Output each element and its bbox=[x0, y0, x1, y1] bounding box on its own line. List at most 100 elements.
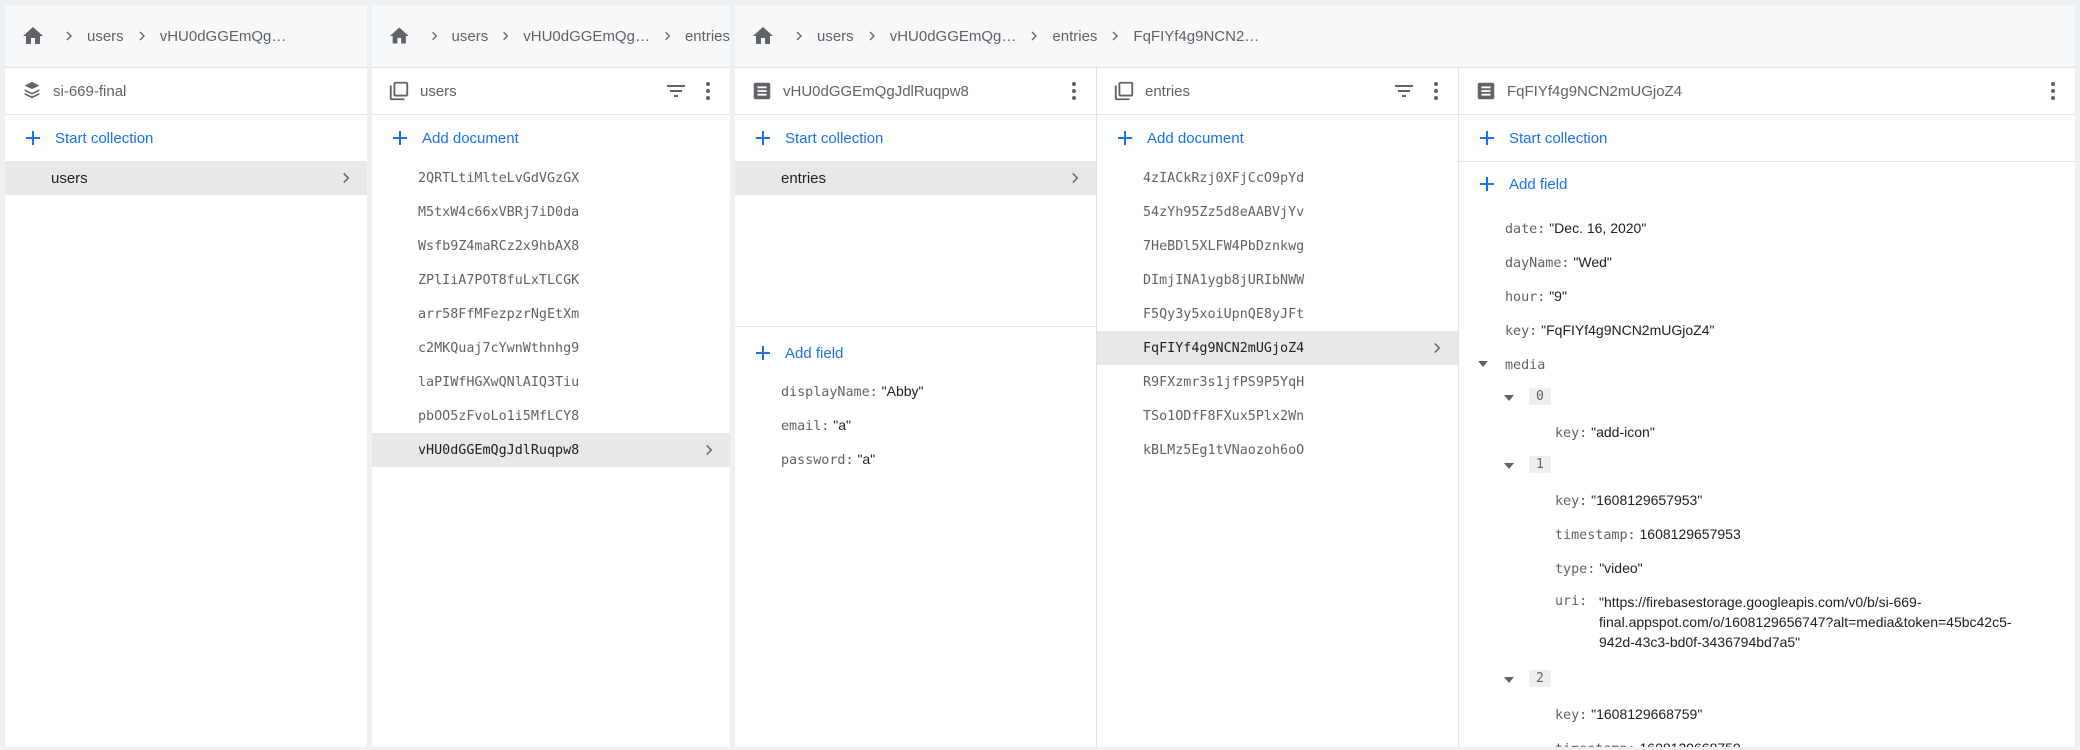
start-collection-button[interactable]: Start collection bbox=[735, 115, 1096, 161]
breadcrumb-users[interactable]: users bbox=[452, 28, 489, 45]
add-field-button[interactable]: Add field bbox=[1459, 161, 2075, 207]
field-value: "FqFIYf4g9NCN2mUGjoZ4" bbox=[1541, 322, 1715, 338]
document-item-selected[interactable]: FqFIYf4g9NCN2mUGjoZ4 bbox=[1097, 331, 1458, 365]
subcollection-item-entries[interactable]: entries bbox=[735, 161, 1096, 195]
field-row[interactable]: timestamp: 1608129657953 bbox=[1555, 524, 1741, 546]
chevron-right-icon bbox=[791, 28, 807, 44]
chevron-right-icon bbox=[1428, 339, 1446, 357]
field-key: type: bbox=[1555, 562, 1596, 577]
chevron-right-icon bbox=[700, 441, 718, 459]
users-collection-column: users Add document 2QRTLtiMlteLvGdVGzGX … bbox=[372, 68, 730, 747]
field-value: "add-icon" bbox=[1591, 424, 1655, 440]
project-name: si-669-final bbox=[53, 82, 127, 100]
document-item[interactable]: M5txW4c66xVBRj7iD0da bbox=[372, 195, 730, 229]
breadcrumb-user-doc[interactable]: vHU0dGGEmQg… bbox=[890, 28, 1017, 45]
plus-icon bbox=[388, 126, 412, 150]
breadcrumb-user-doc[interactable]: vHU0dGGEmQg… bbox=[523, 28, 650, 45]
add-document-label: Add document bbox=[1147, 129, 1244, 147]
add-document-button[interactable]: Add document bbox=[372, 115, 730, 161]
chevron-right-icon bbox=[1107, 28, 1123, 44]
document-item[interactable]: Wsfb9Z4maRCz2x9hbAX8 bbox=[372, 229, 730, 263]
field-row[interactable]: timestamp: 1608129668759 bbox=[1555, 738, 1741, 747]
chevron-right-icon bbox=[1066, 169, 1084, 187]
more-vert-icon[interactable] bbox=[1424, 79, 1448, 103]
plus-icon bbox=[1475, 126, 1499, 150]
field-row-uri[interactable]: uri: "https://firebasestorage.googleapis… bbox=[1555, 592, 2055, 652]
breadcrumb-users[interactable]: users bbox=[87, 28, 124, 45]
document-item[interactable]: 2QRTLtiMlteLvGdVGzGX bbox=[372, 161, 730, 195]
document-header: vHU0dGGEmQgJdlRuqpw8 bbox=[735, 68, 1096, 115]
collection-header: entries bbox=[1097, 68, 1458, 115]
document-item-selected[interactable]: vHU0dGGEmQgJdlRuqpw8 bbox=[372, 433, 730, 467]
document-item[interactable]: c2MKQuaj7cYwnWthnhg9 bbox=[372, 331, 730, 365]
home-icon[interactable] bbox=[388, 24, 411, 48]
more-vert-icon[interactable] bbox=[2041, 79, 2065, 103]
home-icon[interactable] bbox=[751, 24, 775, 48]
field-row[interactable]: date: "Dec. 16, 2020" bbox=[1505, 218, 1646, 240]
more-vert-icon[interactable] bbox=[696, 79, 720, 103]
document-item[interactable]: arr58FfMFezpzrNgEtXm bbox=[372, 297, 730, 331]
add-document-button[interactable]: Add document bbox=[1097, 115, 1458, 161]
start-collection-button[interactable]: Start collection bbox=[1459, 115, 2075, 161]
chevron-right-icon bbox=[660, 28, 675, 44]
field-row[interactable]: type: "video" bbox=[1555, 558, 1643, 580]
field-value: "1608129668759" bbox=[1591, 706, 1703, 722]
add-field-button[interactable]: Add field bbox=[735, 330, 843, 376]
start-collection-button[interactable]: Start collection bbox=[5, 115, 367, 161]
collection-icon bbox=[388, 80, 410, 102]
document-item[interactable]: DImjINA1ygb8jURIbNWW bbox=[1097, 263, 1458, 297]
breadcrumb-user-doc[interactable]: vHU0dGGEmQg… bbox=[160, 28, 287, 45]
media-field[interactable]: media bbox=[1505, 354, 1545, 376]
collection-title: users bbox=[420, 82, 457, 100]
document-item[interactable]: laPIWfHGXwQNlAIQ3Tiu bbox=[372, 365, 730, 399]
field-row[interactable]: key: "1608129657953" bbox=[1555, 490, 1702, 512]
add-field-label: Add field bbox=[785, 344, 844, 362]
field-key: email: bbox=[781, 419, 830, 434]
field-row[interactable]: key: "add-icon" bbox=[1555, 422, 1655, 444]
breadcrumb-entry-doc[interactable]: FqFIYf4g9NCN2… bbox=[1133, 28, 1259, 45]
document-item[interactable]: kBLMz5Eg1tVNaozoh6oO bbox=[1097, 433, 1458, 467]
collection-icon bbox=[1113, 80, 1135, 102]
document-header: FqFIYf4g9NCN2mUGjoZ4 bbox=[1459, 68, 2075, 115]
document-item[interactable]: F5Qy3y5xoiUpnQE8yJFt bbox=[1097, 297, 1458, 331]
breadcrumb-users[interactable]: users bbox=[817, 28, 854, 45]
collection-title: entries bbox=[1145, 82, 1191, 100]
breadcrumb-entries[interactable]: entries bbox=[1052, 28, 1097, 45]
field-row[interactable]: displayName: "Abby" bbox=[781, 381, 924, 415]
document-item[interactable]: 54zYh95Zz5d8eAABVjYv bbox=[1097, 195, 1458, 229]
field-row[interactable]: hour: "9" bbox=[1505, 286, 1567, 308]
field-key: timestamp: bbox=[1555, 742, 1636, 747]
field-row[interactable]: key: "FqFIYf4g9NCN2mUGjoZ4" bbox=[1505, 320, 1714, 342]
chevron-right-icon bbox=[427, 28, 442, 44]
document-list: 4zIACkRzj0XFjCcO9pYd 54zYh95Zz5d8eAABVjY… bbox=[1097, 161, 1458, 467]
plus-icon bbox=[751, 341, 775, 365]
filter-icon[interactable] bbox=[1392, 79, 1416, 103]
field-row[interactable]: email: "a" bbox=[781, 415, 924, 449]
document-item[interactable]: pbOO5zFvoLo1i5MfLCY8 bbox=[372, 399, 730, 433]
filter-icon[interactable] bbox=[664, 79, 688, 103]
section-divider bbox=[735, 326, 1096, 327]
document-item[interactable]: 7HeBDl5XLFW4PbDznkwg bbox=[1097, 229, 1458, 263]
field-row[interactable]: password: "a" bbox=[781, 449, 924, 483]
field-row[interactable]: key: "1608129668759" bbox=[1555, 704, 1702, 726]
document-id: vHU0dGGEmQgJdlRuqpw8 bbox=[418, 442, 580, 458]
entries-collection-column: entries Add document 4zIACkRzj0XFjCcO9pY… bbox=[1097, 68, 1459, 747]
panel-root: users vHU0dGGEmQg… si-669-final Start co… bbox=[5, 5, 367, 747]
document-item[interactable]: TSo1ODfF8FXux5Plx2Wn bbox=[1097, 399, 1458, 433]
collapse-triangle-icon[interactable] bbox=[1503, 392, 1515, 404]
collapse-triangle-icon[interactable] bbox=[1503, 674, 1515, 686]
document-item[interactable]: ZPlIiA7POT8fuLxTLCGK bbox=[372, 263, 730, 297]
collection-item-users[interactable]: users bbox=[5, 161, 367, 195]
collapse-triangle-icon[interactable] bbox=[1477, 358, 1489, 370]
document-icon bbox=[1475, 80, 1497, 102]
document-item[interactable]: R9FXzmr3s1jfPS9P5YqH bbox=[1097, 365, 1458, 399]
field-value: "a" bbox=[833, 417, 851, 433]
field-row[interactable]: dayName: "Wed" bbox=[1505, 252, 1612, 274]
breadcrumb-entries[interactable]: entries bbox=[685, 28, 730, 45]
breadcrumb: users vHU0dGGEmQg… entries FqFIYf4g9NCN2… bbox=[735, 5, 2075, 68]
document-item[interactable]: 4zIACkRzj0XFjCcO9pYd bbox=[1097, 161, 1458, 195]
document-list: 2QRTLtiMlteLvGdVGzGX M5txW4c66xVBRj7iD0d… bbox=[372, 161, 730, 467]
home-icon[interactable] bbox=[21, 24, 45, 48]
more-vert-icon[interactable] bbox=[1062, 79, 1086, 103]
collapse-triangle-icon[interactable] bbox=[1503, 460, 1515, 472]
